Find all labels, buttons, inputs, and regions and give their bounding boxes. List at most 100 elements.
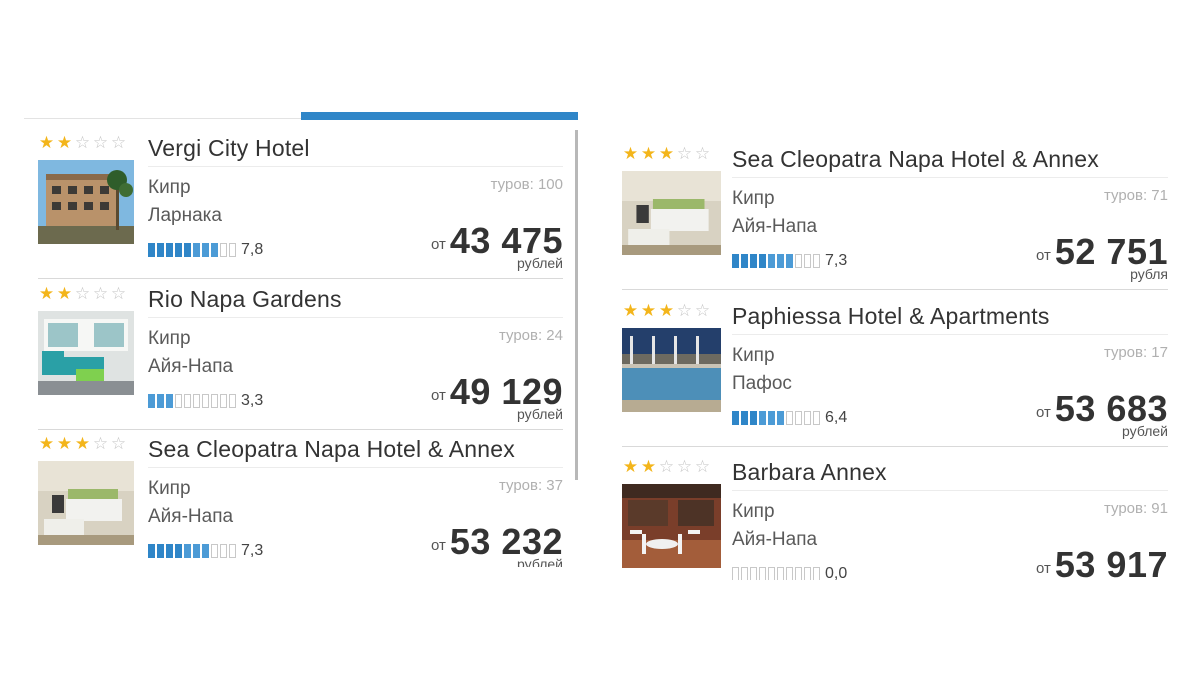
star-empty-icon: ☆	[74, 133, 91, 152]
price-block[interactable]: от 52 751 рубля	[1036, 234, 1168, 282]
hotel-city: Айя-Напа	[732, 216, 818, 237]
tours-count: туров: 100	[490, 176, 563, 193]
hotel-card[interactable]: ★ ★ ☆ ☆ ☆ Barbara Annex Кипр Айя-Напа туров:…	[622, 458, 1168, 580]
rating-segment	[795, 567, 802, 580]
rating-value: 7,3	[825, 252, 848, 269]
hotel-country: Кипр	[732, 501, 775, 522]
rating-value: 7,3	[241, 542, 264, 559]
hotel-thumbnail[interactable]	[622, 171, 721, 255]
rating-bar	[148, 394, 236, 408]
rating-segment	[148, 394, 155, 408]
price-prefix: от	[431, 387, 446, 404]
star-empty-icon: ☆	[92, 434, 109, 453]
rating-segment	[193, 394, 200, 408]
rating-bar	[732, 567, 820, 580]
price-block[interactable]: от 53 683 рублей	[1036, 391, 1168, 439]
price-prefix: от	[431, 537, 446, 554]
active-tab-indicator	[301, 112, 578, 120]
name-divider	[148, 317, 563, 318]
hotel-thumbnail[interactable]	[622, 328, 721, 412]
rating-segment	[166, 394, 173, 408]
hotel-list-right[interactable]: ★ ★ ★ ☆ ☆ Sea Cleopatra Napa Hotel & Annex К…	[608, 125, 1178, 580]
hotel-name[interactable]: Barbara Annex	[732, 460, 887, 484]
hotel-city: Ларнака	[148, 205, 222, 226]
hotel-thumbnail[interactable]	[622, 484, 721, 568]
star-empty-icon: ☆	[676, 144, 693, 163]
star-filled-icon: ★	[38, 133, 55, 152]
rating-segment	[804, 411, 811, 425]
hotel-thumbnail[interactable]	[38, 461, 134, 545]
rating-segment	[202, 544, 209, 558]
star-empty-icon: ☆	[676, 301, 693, 320]
star-rating: ★ ★ ☆ ☆ ☆	[38, 134, 127, 152]
hotel-country: Кипр	[148, 478, 191, 499]
hotel-card[interactable]: ★ ★ ★ ☆ ☆ Sea Cleopatra Napa Hotel & Annex К…	[38, 435, 563, 567]
star-empty-icon: ☆	[694, 301, 711, 320]
scrollbar[interactable]	[575, 130, 578, 480]
rating-value: 7,8	[241, 241, 264, 258]
review-rating: 7,8	[148, 241, 263, 259]
rating-segment	[777, 567, 784, 580]
hotel-name[interactable]: Rio Napa Gardens	[148, 287, 342, 311]
rating-segment	[166, 243, 173, 257]
rating-segment	[193, 544, 200, 558]
rating-segment	[777, 254, 784, 268]
hotel-city: Пафос	[732, 373, 792, 394]
rating-segment	[732, 254, 739, 268]
star-empty-icon: ☆	[110, 133, 127, 152]
price-prefix: от	[1036, 247, 1051, 264]
hotel-card[interactable]: ★ ★ ★ ☆ ☆ Sea Cleopatra Napa Hotel & Annex К…	[622, 145, 1168, 290]
rating-segment	[184, 243, 191, 257]
price-block[interactable]: от 43 475 рублей	[431, 223, 563, 271]
price-block[interactable]: от 53 232 рублей	[431, 524, 563, 568]
hotel-list-left[interactable]: ★ ★ ☆ ☆ ☆ Vergi City Hotel Кипр Ларнака туро…	[24, 112, 578, 567]
hotel-card[interactable]: ★ ★ ☆ ☆ ☆ Vergi City Hotel Кипр Ларнака туро…	[38, 134, 563, 279]
hotel-thumbnail[interactable]	[38, 311, 134, 395]
rating-segment	[741, 411, 748, 425]
hotel-country: Кипр	[732, 188, 775, 209]
rating-segment	[795, 411, 802, 425]
rating-segment	[804, 567, 811, 580]
star-rating: ★ ★ ★ ☆ ☆	[622, 302, 711, 320]
rating-segment	[759, 411, 766, 425]
hotel-card[interactable]: ★ ★ ★ ☆ ☆ Paphiessa Hotel & Apartments Кипр …	[622, 302, 1168, 447]
price-prefix: от	[431, 236, 446, 253]
rating-segment	[193, 243, 200, 257]
rating-value: 3,3	[241, 392, 264, 409]
rating-segment	[786, 254, 793, 268]
hotel-card[interactable]: ★ ★ ☆ ☆ ☆ Rio Napa Gardens Кипр Айя-Напа тур…	[38, 285, 563, 430]
card-divider	[38, 429, 563, 430]
star-filled-icon: ★	[56, 434, 73, 453]
tours-count: туров: 37	[498, 477, 563, 494]
rating-segment	[175, 394, 182, 408]
rating-segment	[157, 394, 164, 408]
hotel-city: Айя-Напа	[732, 529, 818, 550]
rating-segment	[768, 567, 775, 580]
hotel-name[interactable]: Sea Cleopatra Napa Hotel & Annex	[148, 437, 515, 461]
price-block[interactable]: от53 917 рублей	[1036, 547, 1168, 581]
price-block[interactable]: от 49 129 рублей	[431, 374, 563, 422]
rating-segment	[157, 243, 164, 257]
rating-segment	[184, 394, 191, 408]
rating-segment	[741, 254, 748, 268]
rating-segment	[759, 254, 766, 268]
name-divider	[732, 490, 1168, 491]
tours-count: туров: 17	[1103, 344, 1168, 361]
hotel-thumbnail[interactable]	[38, 160, 134, 244]
rating-segment	[786, 411, 793, 425]
rating-segment	[759, 567, 766, 580]
star-filled-icon: ★	[38, 284, 55, 303]
star-filled-icon: ★	[658, 301, 675, 320]
star-empty-icon: ☆	[92, 133, 109, 152]
tours-count: туров: 91	[1103, 500, 1168, 517]
tab-underline	[24, 118, 301, 119]
price-prefix: от	[1036, 404, 1051, 421]
price-amount: 53 917	[1054, 544, 1168, 581]
hotel-name[interactable]: Sea Cleopatra Napa Hotel & Annex	[732, 147, 1099, 171]
rating-segment	[175, 243, 182, 257]
star-empty-icon: ☆	[92, 284, 109, 303]
hotel-name[interactable]: Vergi City Hotel	[148, 136, 310, 160]
rating-segment	[211, 243, 218, 257]
hotel-name[interactable]: Paphiessa Hotel & Apartments	[732, 304, 1050, 328]
card-divider	[622, 446, 1168, 447]
